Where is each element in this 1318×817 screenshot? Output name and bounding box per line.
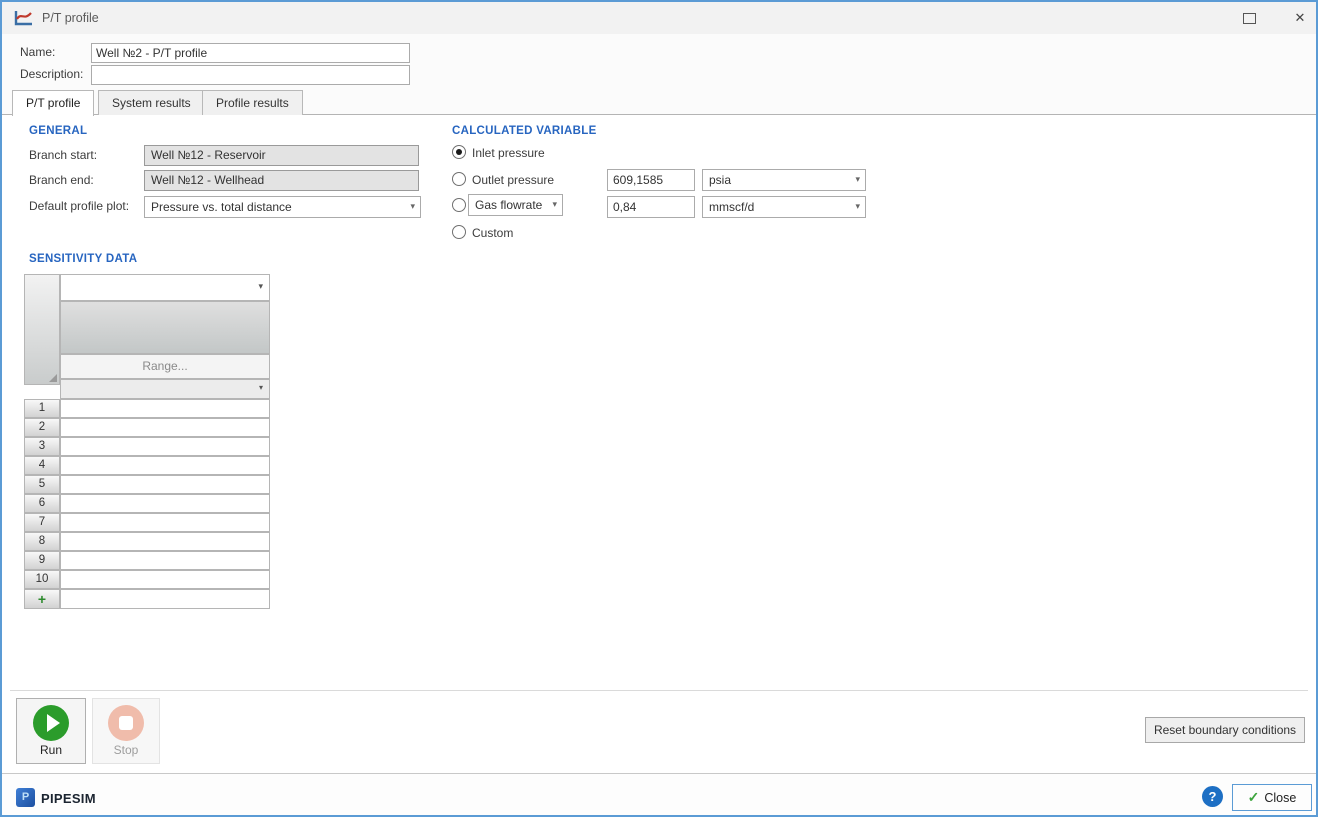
- table-row[interactable]: [60, 551, 270, 570]
- check-icon: ✓: [1248, 789, 1260, 805]
- table-row[interactable]: [60, 437, 270, 456]
- sensitivity-variable-dropdown[interactable]: [60, 274, 270, 301]
- stop-label: Stop: [93, 743, 159, 757]
- table-row[interactable]: [60, 456, 270, 475]
- table-row[interactable]: [60, 399, 270, 418]
- flowrate-value[interactable]: [607, 196, 695, 218]
- tab-pt-profile[interactable]: P/T profile: [12, 90, 94, 116]
- row-header-10[interactable]: 10: [24, 570, 60, 589]
- table-row[interactable]: [60, 494, 270, 513]
- table-row[interactable]: [60, 475, 270, 494]
- row-header-2[interactable]: 2: [24, 418, 60, 437]
- outlet-pressure-label: Outlet pressure: [472, 173, 554, 187]
- outlet-pressure-radio[interactable]: [452, 172, 466, 186]
- branch-start-field: Well №12 - Reservoir: [144, 145, 419, 166]
- branch-end-label: Branch end:: [29, 173, 94, 187]
- row-header-1[interactable]: 1: [24, 399, 60, 418]
- custom-label: Custom: [472, 226, 513, 240]
- divider: [10, 690, 1308, 691]
- outlet-pressure-unit-dropdown[interactable]: psia: [702, 169, 866, 191]
- close-icon[interactable]: ✕: [1290, 8, 1310, 28]
- tab-system-results[interactable]: System results: [98, 90, 205, 115]
- run-label: Run: [17, 743, 85, 757]
- pt-profile-dialog: P/T profile ✕ Name: Description: P/T pro…: [0, 0, 1318, 817]
- description-input[interactable]: [91, 65, 410, 85]
- close-button[interactable]: ✓ Close: [1232, 784, 1312, 811]
- tab-profile-results[interactable]: Profile results: [202, 90, 303, 115]
- run-button[interactable]: Run: [16, 698, 86, 764]
- stop-icon: [108, 705, 144, 741]
- flowrate-type-dropdown[interactable]: Gas flowrate: [468, 194, 563, 216]
- description-label: Description:: [20, 67, 83, 81]
- sensitivity-heading: SENSITIVITY DATA: [29, 253, 137, 265]
- stop-button[interactable]: Stop: [92, 698, 160, 764]
- profile-plot-dropdown[interactable]: Pressure vs. total distance: [144, 196, 421, 218]
- inlet-pressure-radio[interactable]: [452, 145, 466, 159]
- close-button-label: Close: [1264, 791, 1296, 805]
- window-title: P/T profile: [42, 11, 99, 25]
- row-header-4[interactable]: 4: [24, 456, 60, 475]
- chart-icon: [14, 9, 34, 27]
- row-header-6[interactable]: 6: [24, 494, 60, 513]
- reset-boundary-conditions-button[interactable]: Reset boundary conditions: [1145, 717, 1305, 743]
- calculated-variable-heading: CALCULATED VARIABLE: [452, 125, 597, 137]
- tab-content: GENERAL Branch start: Well №12 - Reservo…: [2, 115, 1316, 815]
- sensitivity-header-block: [60, 301, 270, 354]
- help-icon[interactable]: ?: [1202, 786, 1223, 807]
- general-heading: GENERAL: [29, 125, 87, 137]
- outlet-pressure-value[interactable]: [607, 169, 695, 191]
- sensitivity-unit-dropdown[interactable]: [60, 379, 270, 399]
- row-header-8[interactable]: 8: [24, 532, 60, 551]
- pipesim-logo-icon: P: [16, 788, 35, 807]
- branch-end-field: Well №12 - Wellhead: [144, 170, 419, 191]
- row-header-3[interactable]: 3: [24, 437, 60, 456]
- inlet-pressure-label: Inlet pressure: [472, 146, 545, 160]
- custom-radio[interactable]: [452, 225, 466, 239]
- sensitivity-corner-cell[interactable]: [24, 274, 60, 385]
- name-label: Name:: [20, 45, 55, 59]
- profile-plot-label: Default profile plot:: [29, 199, 129, 213]
- row-header-5[interactable]: 5: [24, 475, 60, 494]
- branch-start-label: Branch start:: [29, 148, 97, 162]
- table-row[interactable]: [60, 532, 270, 551]
- tab-bar: P/T profile System results Profile resul…: [2, 90, 1316, 115]
- flowrate-radio[interactable]: [452, 198, 466, 212]
- header-form: Name: Description:: [2, 34, 1316, 90]
- footer-bar: P PIPESIM ? ✓ Close: [2, 773, 1316, 815]
- brand-name: PIPESIM: [41, 791, 96, 806]
- play-icon: [33, 705, 69, 741]
- flowrate-unit-dropdown[interactable]: mmscf/d: [702, 196, 866, 218]
- range-button[interactable]: Range...: [60, 354, 270, 379]
- add-row-button[interactable]: +: [24, 589, 60, 609]
- title-bar: P/T profile ✕: [2, 2, 1316, 34]
- name-input[interactable]: [91, 43, 410, 63]
- table-row[interactable]: [60, 570, 270, 589]
- maximize-icon[interactable]: [1243, 13, 1256, 24]
- table-row: [60, 589, 270, 609]
- table-row[interactable]: [60, 418, 270, 437]
- row-header-7[interactable]: 7: [24, 513, 60, 532]
- table-row[interactable]: [60, 513, 270, 532]
- row-header-9[interactable]: 9: [24, 551, 60, 570]
